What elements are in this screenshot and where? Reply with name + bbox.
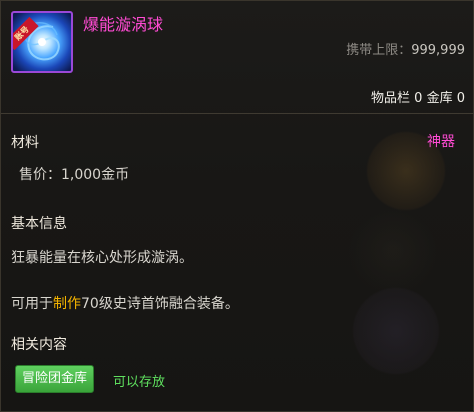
vortex-orb-icon: 账号: [11, 11, 73, 73]
rarity-label: 神器: [427, 134, 455, 150]
item-name: 爆能漩涡球: [83, 15, 164, 34]
usage-prefix: 可用于: [11, 296, 53, 312]
carry-limit-value: 999,999: [411, 43, 465, 58]
carry-limit: 携带上限：999,999: [346, 39, 465, 58]
adventure-vault-button[interactable]: 冒险团金库: [15, 365, 95, 393]
basic-info-title: 基本信息: [11, 216, 67, 232]
tooltip-header: 账号 爆能漩涡球 携带上限：999,999 物品栏 0 金库 0: [1, 1, 474, 113]
item-tooltip: 账号 爆能漩涡球 携带上限：999,999 物品栏 0 金库 0 材料 神器 售…: [0, 0, 474, 412]
storage-count: 物品栏 0 金库 0: [371, 91, 465, 106]
sell-price: 售价：1,000金币: [19, 167, 130, 183]
header-divider: [1, 113, 474, 114]
related-title: 相关内容: [11, 337, 67, 353]
item-description: 狂暴能量在核心处形成漩涡。: [11, 250, 193, 266]
usage-suffix: 70级史诗首饰融合装备。: [81, 296, 239, 312]
carry-limit-label: 携带上限：: [346, 43, 412, 58]
item-usage: 可用于制作70级史诗首饰融合装备。: [11, 293, 239, 313]
craft-keyword: 制作: [53, 296, 81, 312]
materials-title: 材料: [11, 135, 39, 151]
storable-status: 可以存放: [113, 375, 166, 390]
